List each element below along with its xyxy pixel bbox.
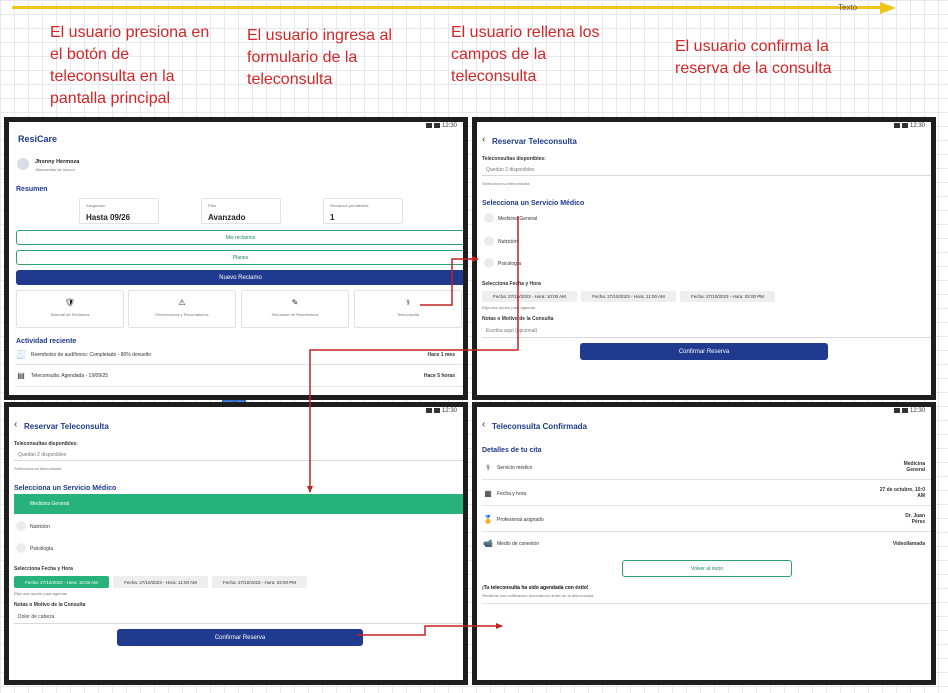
arrow-filled-to-confirmed bbox=[357, 623, 503, 636]
arrow-form-to-filled bbox=[307, 216, 519, 493]
arrow-home-to-form bbox=[420, 256, 479, 306]
flow-arrows bbox=[307, 216, 519, 636]
